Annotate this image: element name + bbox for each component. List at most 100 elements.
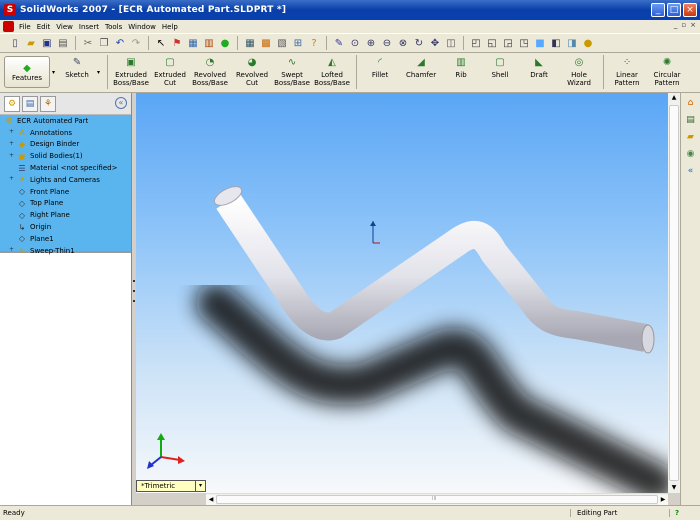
close-button[interactable]: × — [683, 3, 697, 17]
tree-item[interactable]: ☰ Material <not specified> — [0, 162, 131, 174]
loft-button[interactable]: ◭ Lofted Boss/Base — [311, 53, 353, 91]
tree-item[interactable]: ◇ Top Plane — [0, 198, 131, 210]
help-icon[interactable]: ? — [307, 36, 321, 50]
tree-item[interactable]: + A Annotations — [0, 127, 131, 139]
hole-wizard-button[interactable]: ◎ Hole Wizard — [558, 53, 600, 91]
print-icon[interactable]: ▤ — [56, 36, 70, 50]
tree-item[interactable]: ◇ Right Plane — [0, 209, 131, 221]
shell-button[interactable]: ▢ Shell — [480, 53, 520, 91]
tree-expand-icon[interactable] — [8, 188, 15, 195]
tree-item[interactable]: ◇ Front Plane — [0, 186, 131, 198]
tree-expand-icon[interactable]: + — [8, 140, 15, 148]
maximize-button[interactable]: □ — [667, 3, 681, 17]
menu-window[interactable]: Window — [125, 23, 159, 31]
solidworks-menu-icon[interactable] — [3, 21, 14, 32]
revolve-button[interactable]: ◔ Revolved Boss/Base — [189, 53, 231, 91]
design-library-icon[interactable]: ▤ — [684, 113, 698, 127]
menu-insert[interactable]: Insert — [76, 23, 102, 31]
scroll-down-arrow[interactable]: ▼ — [669, 483, 679, 493]
doc-minimize-button[interactable]: _ — [674, 21, 678, 29]
tree-item[interactable]: + ◆ Design Binder — [0, 139, 131, 151]
zoom-selection-icon[interactable]: ⊗ — [396, 36, 410, 50]
grid-icon[interactable]: ▦ — [243, 36, 257, 50]
draft-button[interactable]: ◣ Draft — [520, 53, 558, 91]
extrude-button[interactable]: ▣ Extruded Boss/Base — [111, 53, 151, 91]
file-explorer-icon[interactable]: ▰ — [684, 130, 698, 144]
copy-icon[interactable]: ❐ — [97, 36, 111, 50]
doc-close-button[interactable]: × — [690, 21, 696, 29]
rebuild-icon[interactable]: ⚑ — [170, 36, 184, 50]
tree-root[interactable]: ⚙ ECR Automated Part — [0, 115, 131, 127]
shaded-icon[interactable]: ■ — [533, 36, 547, 50]
tree-expand-icon[interactable] — [8, 212, 15, 219]
zoom-fit-icon[interactable]: ⊙ — [348, 36, 362, 50]
zoom-in-out-icon[interactable]: ⊖ — [380, 36, 394, 50]
hidden-lines-visible-icon[interactable]: ◱ — [485, 36, 499, 50]
color-icon[interactable]: ▩ — [259, 36, 273, 50]
new-icon[interactable]: ▯ — [8, 36, 22, 50]
tree-expand-icon[interactable]: + — [8, 247, 15, 254]
select-icon[interactable]: ↖ — [154, 36, 168, 50]
home-icon[interactable]: ⌂ — [684, 96, 698, 110]
extruded-cut-button[interactable]: ▢ Extruded Cut — [151, 53, 189, 91]
graphics-area[interactable] — [136, 93, 676, 503]
tree-expand-icon[interactable]: + — [8, 129, 15, 136]
tree-item[interactable]: ◇ Plane1 — [0, 233, 131, 245]
section-view-icon[interactable]: ◨ — [565, 36, 579, 50]
sketch-pencil-icon[interactable]: ✎ — [332, 36, 346, 50]
chamfer-button[interactable]: ◢ Chamfer — [400, 53, 442, 91]
tree-expand-icon[interactable]: + — [8, 152, 15, 160]
minimize-button[interactable]: _ — [651, 3, 665, 17]
menu-tools[interactable]: Tools — [102, 23, 125, 31]
sweep-tube-body[interactable] — [216, 193, 649, 352]
view-orientation-icon[interactable]: ◫ — [444, 36, 458, 50]
doc-restore-button[interactable]: ▫ — [681, 21, 686, 29]
save-icon[interactable]: ▣ — [40, 36, 54, 50]
sketch-dropdown-arrow[interactable]: ▾ — [97, 69, 100, 76]
pan-icon[interactable]: ✥ — [428, 36, 442, 50]
feature-manager-tab-icon[interactable]: ⚙ — [4, 95, 20, 112]
menu-help[interactable]: Help — [159, 23, 181, 31]
redo-icon[interactable]: ↷ — [129, 36, 143, 50]
sketch-tab-button[interactable]: ✎ Sketch — [59, 53, 95, 91]
features-dropdown-arrow[interactable]: ▾ — [52, 69, 55, 76]
wireframe-icon[interactable]: ◰ — [469, 36, 483, 50]
rib-button[interactable]: ▥ Rib — [442, 53, 480, 91]
circular-pattern-button[interactable]: ✺ Circular Pattern — [647, 53, 687, 91]
vertical-scroll-thumb[interactable] — [669, 105, 679, 481]
features-tab-button[interactable]: ◆ Features — [4, 56, 50, 88]
status-help-icon[interactable]: ? — [670, 509, 684, 517]
tree-item[interactable]: + ∿ Sweep-Thin1 — [0, 245, 131, 257]
tree-expand-icon[interactable]: + — [8, 176, 15, 183]
menu-file[interactable]: File — [16, 23, 34, 31]
zoom-area-icon[interactable]: ⊕ — [364, 36, 378, 50]
palette-icon[interactable]: ◉ — [684, 147, 698, 161]
horizontal-scrollbar[interactable]: ◀ III ▶ — [206, 493, 668, 505]
open-icon[interactable]: ▰ — [24, 36, 38, 50]
rotate-icon[interactable]: ↻ — [412, 36, 426, 50]
horizontal-scroll-thumb[interactable]: III — [216, 495, 658, 504]
layer-icon[interactable]: ▧ — [275, 36, 289, 50]
shadows-icon[interactable]: ◧ — [549, 36, 563, 50]
view-orientation-dropdown-icon[interactable]: ▾ — [195, 481, 205, 491]
realview-icon[interactable]: ● — [581, 36, 595, 50]
scroll-up-arrow[interactable]: ▲ — [669, 93, 679, 103]
revolved-cut-button[interactable]: ◕ Revolved Cut — [231, 53, 273, 91]
tree-expand-icon[interactable] — [8, 235, 15, 242]
model-view[interactable] — [136, 93, 676, 503]
options-icon[interactable]: ▦ — [186, 36, 200, 50]
sweep-button[interactable]: ∿ Swept Boss/Base — [273, 53, 311, 91]
scroll-left-arrow[interactable]: ◀ — [206, 495, 216, 505]
tree-expand-icon[interactable] — [8, 224, 15, 231]
cut-icon[interactable]: ✂ — [81, 36, 95, 50]
property-manager-tab-icon[interactable]: ▤ — [22, 95, 38, 112]
tree-item[interactable]: ↳ Origin — [0, 221, 131, 233]
hidden-lines-removed-icon[interactable]: ◲ — [501, 36, 515, 50]
linear-pattern-button[interactable]: ⁘ Linear Pattern — [607, 53, 647, 91]
menu-view[interactable]: View — [53, 23, 76, 31]
shaded-with-edges-icon[interactable]: ◳ — [517, 36, 531, 50]
tree-expand-icon[interactable] — [8, 200, 15, 207]
menu-edit[interactable]: Edit — [34, 23, 54, 31]
undo-icon[interactable]: ↶ — [113, 36, 127, 50]
fillet-button[interactable]: ◜ Fillet — [360, 53, 400, 91]
